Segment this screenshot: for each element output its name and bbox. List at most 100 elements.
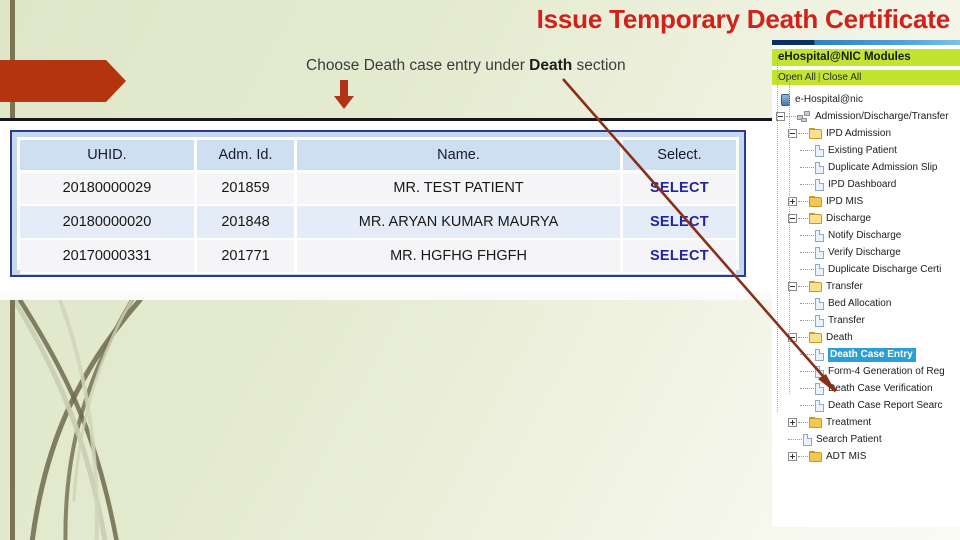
folder-closed-icon — [809, 451, 822, 462]
tree-connector — [800, 303, 814, 304]
folder-open-icon — [809, 332, 822, 343]
tree-item-duplicate-discharge-certi[interactable]: Duplicate Discharge Certi — [776, 261, 960, 278]
subtitle-instruction: Choose Death case entry under Death sect… — [306, 57, 626, 75]
tree-connector — [788, 439, 802, 440]
page-icon — [815, 229, 824, 242]
page-icon — [803, 433, 812, 446]
folder-closed-icon — [809, 196, 822, 207]
tree-connector — [800, 150, 814, 151]
page-icon — [815, 297, 824, 310]
tree-item-ipd-mis[interactable]: IPD MIS — [776, 193, 960, 210]
tree-item-label: IPD Dashboard — [828, 179, 897, 190]
close-all-link[interactable]: Close All — [822, 72, 861, 83]
tree-item-label: Death Case Report Searc — [828, 400, 943, 411]
page-icon — [815, 348, 824, 361]
cell-adm-id: 201771 — [195, 239, 298, 274]
cell-uhid: 20170000331 — [20, 239, 197, 274]
tree-item-transfer[interactable]: Transfer — [776, 312, 960, 329]
tree-item-transfer[interactable]: Transfer — [776, 278, 960, 295]
page-icon — [815, 382, 824, 395]
tree-item-label: Transfer — [826, 281, 863, 292]
tree-item-label: Bed Allocation — [828, 298, 892, 309]
select-link[interactable]: SELECT — [621, 205, 736, 240]
tree-item-death-case-entry[interactable]: Death Case Entry — [776, 346, 960, 363]
tree-item-discharge[interactable]: Discharge — [776, 210, 960, 227]
tree-item-label: Duplicate Admission Slip — [828, 162, 938, 173]
tree-item-duplicate-admission-slip[interactable]: Duplicate Admission Slip — [776, 159, 960, 176]
tree-item-label: IPD MIS — [826, 196, 864, 207]
tree-item-verify-discharge[interactable]: Verify Discharge — [776, 244, 960, 261]
select-link[interactable]: SELECT — [621, 239, 736, 274]
tree-item-label: Transfer — [828, 315, 865, 326]
column-header-uhid: UHID. — [20, 140, 197, 173]
expand-icon[interactable] — [788, 452, 797, 461]
page-icon — [815, 144, 824, 157]
tree-item-label: Death — [826, 332, 853, 343]
folder-closed-icon — [809, 417, 822, 428]
tree-item-ipd-dashboard[interactable]: IPD Dashboard — [776, 176, 960, 193]
cell-uhid: 20180000020 — [20, 205, 197, 240]
tree-connector — [798, 456, 808, 457]
page-icon — [815, 178, 824, 191]
tree-item-death-case-report-searc[interactable]: Death Case Report Searc — [776, 397, 960, 414]
tree-item-treatment[interactable]: Treatment — [776, 414, 960, 431]
tree-connector — [800, 371, 814, 372]
tree-item-ipd-admission[interactable]: IPD Admission — [776, 125, 960, 142]
tree-connector — [800, 354, 814, 355]
module-tree: e-Hospital@nic Admission/Discharge/Transf… — [772, 57, 960, 465]
tree-connector — [786, 116, 796, 117]
page-icon — [815, 399, 824, 412]
tree-item-label: Form-4 Generation of Reg — [828, 366, 945, 377]
page-icon — [815, 161, 824, 174]
tree-item-e-hospital-nic[interactable]: e-Hospital@nic — [776, 91, 960, 108]
tree-connector — [798, 218, 808, 219]
tree-item-form-4-generation-of-reg[interactable]: Form-4 Generation of Reg — [776, 363, 960, 380]
tree-item-notify-discharge[interactable]: Notify Discharge — [776, 227, 960, 244]
cell-name: MR. ARYAN KUMAR MAURYA — [295, 205, 623, 240]
tree-item-label: Admission/Discharge/Transfer — [815, 111, 949, 122]
page-title: Issue Temporary Death Certificate — [536, 4, 951, 34]
table-header-row: UHID. Adm. Id. Name. Select. — [20, 140, 736, 173]
tree-item-label: Death Case Entry — [826, 347, 916, 362]
subtitle-suffix: section — [572, 57, 626, 74]
table-row[interactable]: 20180000020 201848 MR. ARYAN KUMAR MAURY… — [20, 205, 736, 240]
tree-item-existing-patient[interactable]: Existing Patient — [776, 142, 960, 159]
tree-connector — [798, 201, 808, 202]
tree-item-bed-allocation[interactable]: Bed Allocation — [776, 295, 960, 312]
tree-connector — [800, 167, 814, 168]
tree-item-label: ADT MIS — [826, 451, 867, 462]
patient-search-results-panel: UHID. Adm. Id. Name. Select. 20180000029… — [0, 118, 772, 292]
tree-item-label: IPD Admission — [826, 128, 892, 139]
open-close-all-bar: Open All | Close All — [772, 70, 960, 85]
tree-connector — [798, 337, 808, 338]
page-icon — [815, 246, 824, 259]
tree-connector — [798, 422, 808, 423]
tree-item-search-patient[interactable]: Search Patient — [776, 431, 960, 448]
open-all-link[interactable]: Open All — [778, 72, 816, 83]
tree-item-death-case-verification[interactable]: Death Case Verification — [776, 380, 960, 397]
down-arrow-icon — [334, 80, 354, 109]
cell-adm-id: 201848 — [195, 205, 298, 240]
tree-item-label: e-Hospital@nic — [795, 94, 863, 105]
tree-item-label: Death Case Verification — [828, 383, 933, 394]
tree-item-label: Existing Patient — [828, 145, 897, 156]
tree-connector — [800, 235, 814, 236]
table-row[interactable]: 20170000331 201771 MR. HGFHG FHGFH SELEC… — [20, 239, 736, 274]
tree-item-label: Verify Discharge — [828, 247, 901, 258]
cell-name: MR. HGFHG FHGFH — [295, 239, 623, 274]
results-grid: UHID. Adm. Id. Name. Select. 20180000029… — [17, 137, 739, 274]
slide-canvas: Issue Temporary Death Certificate Choose… — [0, 0, 960, 540]
tree-connector — [798, 286, 808, 287]
tree-item-death[interactable]: Death — [776, 329, 960, 346]
tree-connector — [800, 388, 814, 389]
table-row[interactable]: 20180000029 201859 MR. TEST PATIENT SELE… — [20, 171, 736, 206]
select-link[interactable]: SELECT — [621, 171, 736, 206]
tree-connector — [800, 184, 814, 185]
modules-header: eHospital@NIC Modules — [772, 49, 960, 66]
cell-uhid: 20180000029 — [20, 171, 197, 206]
column-header-select: Select. — [621, 140, 736, 173]
expand-icon[interactable] — [788, 418, 797, 427]
tree-item-admission-discharge-transfer[interactable]: Admission/Discharge/Transfer — [776, 108, 960, 125]
tree-item-adt-mis[interactable]: ADT MIS — [776, 448, 960, 465]
subtitle-bold-word: Death — [529, 57, 573, 74]
